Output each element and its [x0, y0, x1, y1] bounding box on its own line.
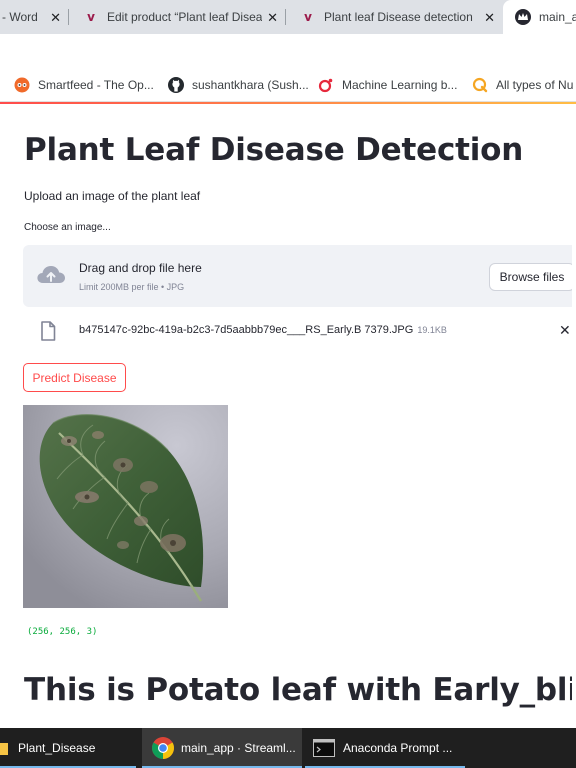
file-size: 19.1KB	[417, 325, 447, 335]
tab-main-app[interactable]: main_a	[503, 0, 576, 34]
tab-label: Edit product “Plant leaf Disea	[107, 10, 263, 24]
tab-strip: - Word ✕ v Edit product “Plant leaf Dise…	[0, 0, 576, 34]
windows-taskbar: Plant_Disease main_app · Streaml... Anac…	[0, 728, 576, 768]
ml-blog-icon	[318, 77, 334, 93]
uploaded-file-row: b475147c-92bc-419a-b2c3-7d5aabbb79ec___R…	[23, 318, 576, 346]
predict-disease-button[interactable]: Predict Disease	[23, 363, 126, 392]
taskbar-label: Plant_Disease	[18, 741, 96, 755]
bookmark-github[interactable]: sushantkhara (Sush...	[168, 76, 309, 94]
tab-plant-leaf[interactable]: v Plant leaf Disease detection ✕	[286, 0, 503, 34]
v-logo-icon: v	[304, 10, 312, 24]
uploaded-file-name: b475147c-92bc-419a-b2c3-7d5aabbb79ec___R…	[79, 324, 447, 336]
bookmark-label: Smartfeed - The Op...	[38, 78, 154, 92]
tab-edit-product[interactable]: v Edit product “Plant leaf Disea ✕	[69, 0, 286, 34]
bookmark-q-icon	[472, 77, 488, 93]
browser-window: - Word ✕ v Edit product “Plant leaf Dise…	[0, 0, 576, 768]
bookmark-label: All types of Nu	[496, 78, 574, 92]
terminal-icon	[313, 739, 335, 757]
streamlit-crown-icon	[515, 9, 531, 25]
tab-label: Plant leaf Disease detection	[324, 10, 473, 24]
folder-icon	[0, 739, 10, 757]
close-icon[interactable]: ✕	[267, 10, 278, 26]
taskbar-label: main_app · Streaml...	[181, 741, 296, 755]
file-dropzone[interactable]: Drag and drop file here Limit 200MB per …	[23, 245, 576, 307]
bookmark-smartfeed[interactable]: Smartfeed - The Op...	[14, 76, 154, 94]
address-toolbar	[0, 34, 576, 68]
github-icon	[168, 77, 184, 93]
bookmark-all-types[interactable]: All types of Nu	[472, 76, 573, 94]
page-title: Plant Leaf Disease Detection	[24, 132, 524, 168]
bookmark-label: Machine Learning b...	[342, 78, 458, 92]
cloud-upload-icon	[35, 263, 67, 292]
file-name-text: b475147c-92bc-419a-b2c3-7d5aabbb79ec___R…	[79, 324, 414, 336]
chrome-icon	[151, 736, 175, 760]
file-uploader-label: Choose an image...	[24, 222, 111, 233]
remove-file-icon[interactable]: ✕	[559, 322, 571, 339]
close-icon[interactable]: ✕	[50, 10, 61, 26]
smartfeed-icon	[14, 77, 30, 93]
image-shape-output: (256, 256, 3)	[27, 627, 98, 637]
taskbar-label: Anaconda Prompt ...	[343, 741, 453, 755]
prediction-result-heading: This is Potato leaf with Early_blight	[24, 672, 576, 708]
v-logo-icon: v	[87, 10, 95, 24]
dropzone-limit: Limit 200MB per file • JPG	[79, 282, 185, 292]
browse-files-button[interactable]: Browse files	[489, 263, 575, 291]
taskbar-item-chrome[interactable]: main_app · Streaml...	[142, 728, 302, 768]
close-icon[interactable]: ✕	[484, 10, 495, 26]
taskbar-item-plant-disease[interactable]: Plant_Disease	[0, 728, 136, 768]
bookmark-machine-learning[interactable]: Machine Learning b...	[318, 76, 457, 94]
bookmark-label: sushantkhara (Sush...	[192, 78, 309, 92]
bookmarks-bar: Smartfeed - The Op... sushantkhara (Sush…	[0, 68, 576, 102]
file-icon	[40, 321, 56, 346]
page-scrollbar[interactable]	[572, 104, 576, 728]
streamlit-accent-bar	[0, 102, 576, 104]
tab-label: - Word	[2, 10, 38, 24]
tab-label: main_a	[539, 10, 576, 24]
tab-word[interactable]: - Word ✕	[0, 0, 69, 34]
uploaded-leaf-image	[23, 405, 228, 608]
taskbar-item-anaconda[interactable]: Anaconda Prompt ...	[305, 728, 465, 768]
page-subtitle: Upload an image of the plant leaf	[24, 189, 201, 203]
dropzone-instructions: Drag and drop file here	[79, 261, 202, 275]
